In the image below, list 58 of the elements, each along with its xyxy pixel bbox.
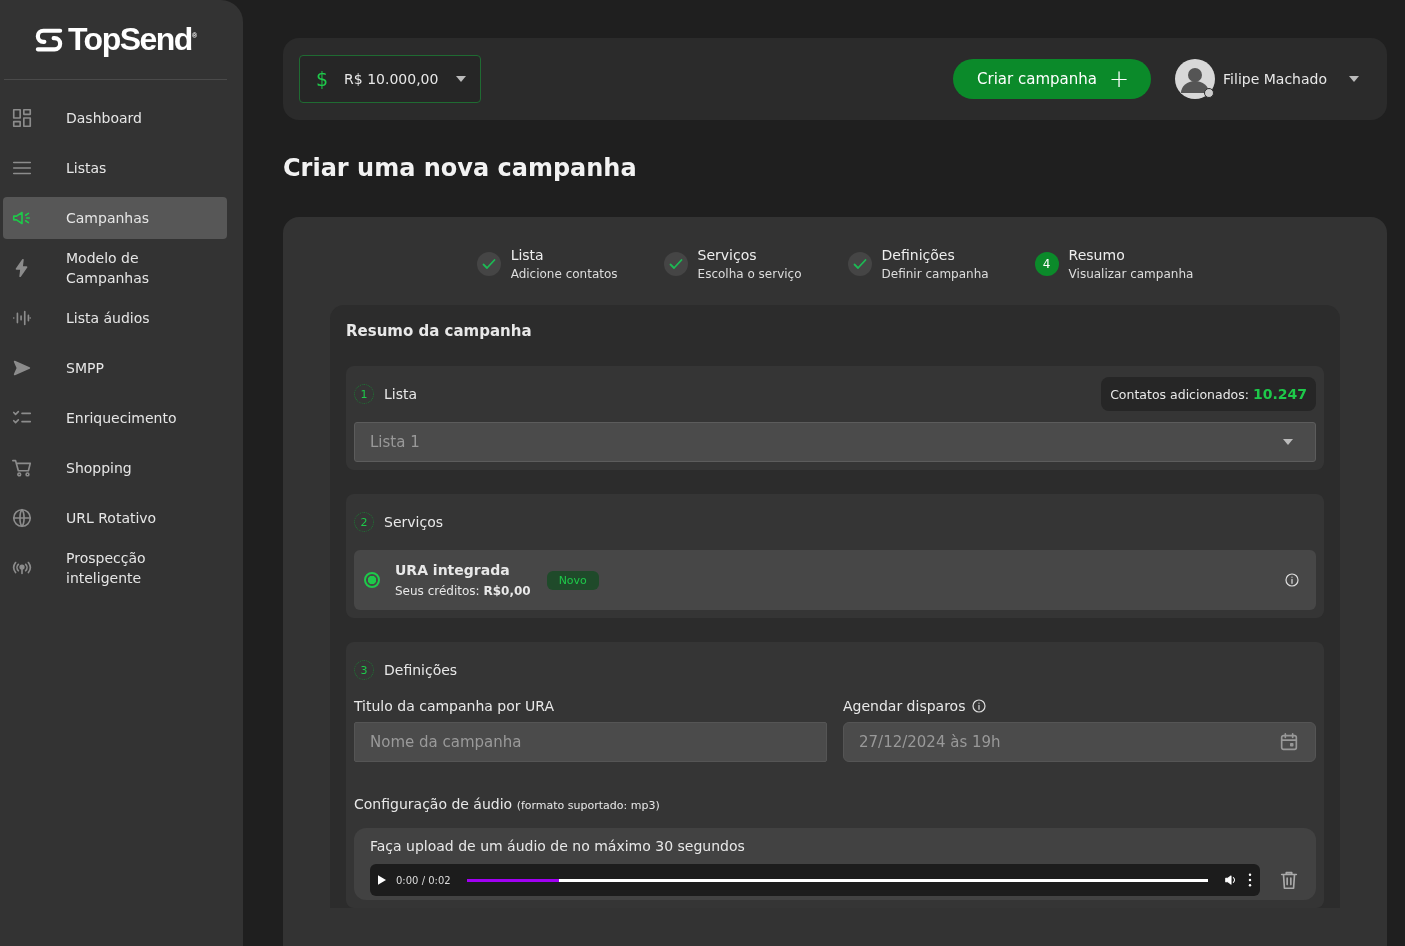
nav-item[interactable]: Campanhas	[3, 197, 227, 239]
globe-icon	[11, 507, 33, 529]
step-caption: Visualizar campanha	[1068, 267, 1194, 281]
nav-item[interactable]: Enriquecimento	[3, 393, 227, 443]
cart-icon	[11, 457, 33, 479]
caret-icon	[1283, 439, 1293, 445]
campaign-name-field[interactable]: Nome da campanha	[354, 722, 827, 762]
calendar-icon	[1278, 731, 1300, 753]
progress-track[interactable]	[466, 878, 1208, 882]
audio-label: Configuração de áudio (formato suportado: mp3)	[354, 796, 661, 812]
step-caption: Adicione contatos	[510, 267, 618, 281]
logo-text: TopSend$^{®}$	[67, 21, 198, 58]
balance-dropdown[interactable]: $ R$ 10.000,00	[299, 55, 481, 103]
page-title: Criar uma nova campanha	[283, 153, 638, 183]
volume-icon	[1224, 873, 1238, 887]
dollar-icon: $	[316, 68, 329, 90]
step-label: Definições	[881, 247, 956, 263]
caret-icon	[1349, 76, 1359, 82]
step-label: Resumo	[1068, 247, 1126, 263]
radio-button[interactable]	[364, 572, 380, 588]
nav-item[interactable]: Listas	[3, 143, 227, 193]
panel-title: Resumo da campanha	[346, 322, 533, 340]
step-caption: Escolha o serviço	[697, 267, 802, 281]
service-name: URA integrada	[395, 562, 511, 578]
play-icon	[378, 875, 386, 885]
nav-item[interactable]: SMPP	[3, 343, 227, 393]
step-label: Lista	[510, 247, 545, 263]
step-caption: Definir campanha	[881, 267, 989, 281]
user-menu[interactable]: Filipe Machado	[1175, 59, 1359, 99]
service-option[interactable]: URA integrada Seus créditos: R$0,00 Novo	[354, 550, 1316, 610]
section-title: Definições	[384, 662, 458, 678]
nav-item[interactable]: Shopping	[3, 443, 227, 493]
field-label: Agendar disparos	[843, 698, 966, 714]
nav-item[interactable]: Modelo de Campanhas	[3, 243, 227, 293]
audio-time: 0:00 / 0:02	[396, 874, 451, 886]
new-badge: Novo	[546, 570, 599, 590]
logo-icon	[33, 26, 64, 53]
upload-text: Faça upload de um áudio de no máximo 30 segundos	[370, 838, 746, 854]
section-title: Lista	[384, 386, 418, 402]
avatar-icon	[1175, 59, 1216, 99]
audio-player[interactable]: 0:00 / 0:02	[370, 864, 1260, 896]
credits-text: Seus créditos: R$0,00	[395, 584, 531, 598]
create-campaign-button[interactable]: Criar campanha +	[953, 59, 1152, 99]
nav-item[interactable]: Prospecção inteligente	[3, 543, 227, 593]
section-title: Serviços	[384, 514, 443, 530]
field-label: Titulo da campanha por URA	[354, 698, 555, 714]
caret-icon	[456, 76, 466, 82]
trash-icon	[1278, 869, 1300, 891]
step-label: Serviços	[697, 247, 758, 263]
nav-item[interactable]: Lista áudios	[3, 293, 227, 343]
grid-icon	[11, 107, 33, 129]
nav-item[interactable]: URL Rotativo	[3, 493, 227, 543]
info-icon	[1284, 572, 1300, 588]
info-icon	[971, 698, 988, 714]
contacts-count: Contatos adicionados: 10.247	[1101, 377, 1316, 411]
nav-item[interactable]: Dashboard	[3, 93, 227, 143]
more-icon	[1248, 873, 1252, 887]
step-number: 4	[1034, 252, 1059, 276]
